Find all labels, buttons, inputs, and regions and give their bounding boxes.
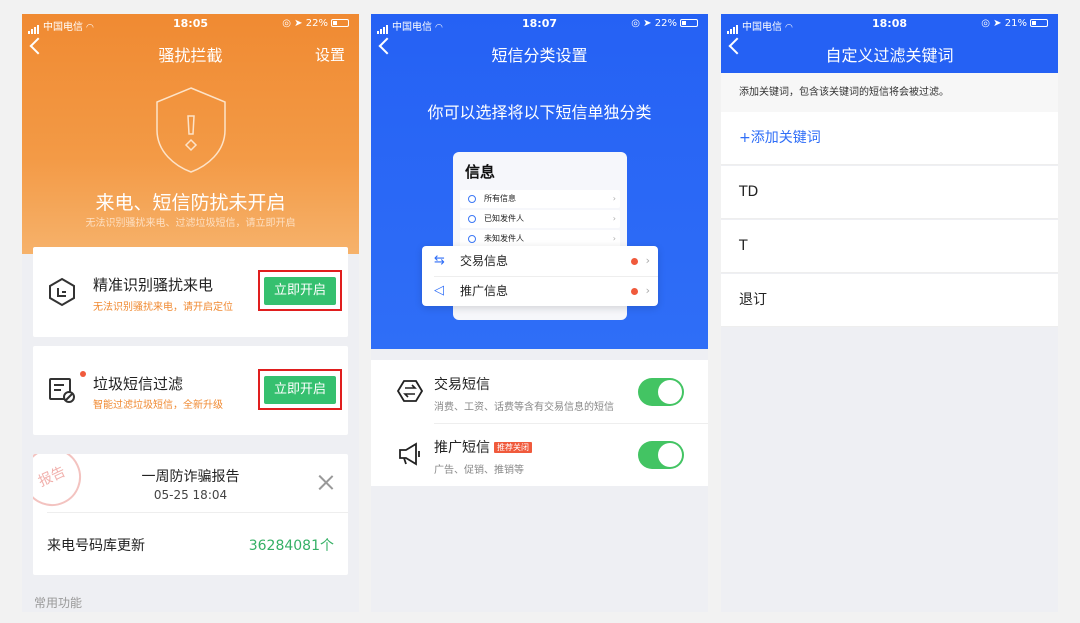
battery-icon [331,19,349,27]
card-subtitle: 智能过滤垃圾短信，全新升级 [93,400,223,411]
keyword-hint: 添加关键词，包含该关键词的短信将会被过滤。 [721,73,1058,112]
location-icon: ◎ ➤ [282,18,303,29]
mockup-row: 已知发件人 › [460,210,620,228]
page-title: 自定义过滤关键词 [825,46,954,65]
swap-arrows-icon: ⇆ [434,253,445,268]
megaphone-icon [399,442,420,466]
location-icon: ◎ ➤ [631,18,652,29]
battery-icon [1030,19,1048,27]
popup-row-promotion: ◁ 推广信息 › [422,276,658,306]
red-dot [631,258,638,265]
mockup-row: 所有信息 › [460,190,620,208]
recommend-off-badge: 推荐关闭 [494,442,532,453]
mockup-title: 信息 [465,163,496,181]
megaphone-icon: ◁ [434,283,444,298]
transaction-sms-row: 交易短信 消费、工资、话费等含有交易信息的短信 [371,360,708,424]
keyword-item[interactable]: 退订 [721,274,1058,327]
classify-settings-list: 交易短信 消费、工资、话费等含有交易信息的短信 推广短信 推荐关闭 广告、促销、推… [371,360,708,486]
phone-screen-sms-classify: 中国电信 ◠ 18:07 ◎ ➤ 22% 短信分类设置 你可以选择将以下短信单独分… [371,14,708,612]
category-popup: ⇆ 交易信息 › ◁ 推广信息 › [422,246,658,306]
row-title: 推广短信 推荐关闭 [434,437,532,457]
classify-headline: 你可以选择将以下短信单独分类 [427,103,652,122]
fraud-report-card[interactable]: 报告 一周防诈骗报告 05-25 18:04 来电号码库更新 36284081个 [33,454,348,575]
card-subtitle: 无法识别骚扰来电，请开启定位 [93,302,233,313]
report-date: 05-25 18:04 [153,488,228,502]
card-title: 垃圾短信过滤 [93,375,184,393]
phone-screen-harassment-block: 中国电信 ◠ 18:05 ◎ ➤ 22% 骚扰拦截 设置 来电、短信防扰未开启 无… [22,14,359,612]
promotion-sms-row: 推广短信 推荐关闭 广告、促销、推销等 [371,423,708,486]
add-keyword-button[interactable]: +添加关键词 [721,112,1058,165]
enable-sms-button[interactable]: 立即开启 [264,376,336,404]
red-dot [631,288,638,295]
new-dot-badge [80,371,86,377]
phone-screen-keyword-filter: 中国电信 ◠ 18:08 ◎ ➤ 21% 自定义过滤关键词 添加关键词，包含该关键… [721,14,1058,612]
transaction-toggle[interactable] [638,378,684,406]
db-update-label: 来电号码库更新 [47,538,145,554]
divider [47,512,348,513]
keyword-item[interactable]: T [721,220,1058,273]
person-icon [468,215,476,223]
status-bar: 中国电信 ◠ 18:05 ◎ ➤ 22% [22,14,359,34]
row-title: 交易短信 [434,377,490,393]
settings-link[interactable]: 设置 [315,44,345,65]
status-bar: 中国电信 ◠ 18:08 ◎ ➤ 21% [721,14,1058,34]
section-header-common: 常用功能 [34,596,83,610]
call-identify-card: 精准识别骚扰来电 无法识别骚扰来电，请开启定位 立即开启 [33,247,348,337]
protection-status-headline: 来电、短信防扰未开启 [95,192,286,214]
battery-text: 22% [305,18,328,29]
protection-status-subline: 无法识别骚扰来电、过滤垃圾短信，请立即开启 [85,218,296,229]
call-shield-icon [49,277,75,307]
popup-row-transaction: ⇆ 交易信息 › [422,246,658,276]
card-title: 精准识别骚扰来电 [93,276,214,294]
highlight-box: 立即开启 [258,369,342,410]
page-title: 骚扰拦截 [158,46,223,65]
shield-icon [156,87,226,173]
page-title: 短信分类设置 [491,46,588,65]
promotion-toggle[interactable] [638,441,684,469]
row-subtitle: 消费、工资、话费等含有交易信息的短信 [434,402,614,413]
status-bar: 中国电信 ◠ 18:07 ◎ ➤ 22% [371,14,708,34]
report-title: 一周防诈骗报告 [141,469,240,485]
row-subtitle: 广告、促销、推销等 [434,465,524,476]
location-icon: ◎ ➤ [981,18,1002,29]
unknown-person-icon [468,235,476,243]
sms-filter-icon [49,378,75,403]
db-update-value: 36284081个 [248,538,334,554]
exchange-icon [397,380,423,402]
enable-call-button[interactable]: 立即开启 [264,277,336,305]
chat-icon [468,195,476,203]
keyword-item[interactable]: TD [721,166,1058,219]
highlight-box: 立即开启 [258,270,342,311]
sms-filter-card: 垃圾短信过滤 智能过滤垃圾短信，全新升级 立即开启 [33,346,348,435]
close-icon[interactable] [318,474,334,490]
battery-icon [680,19,698,27]
battery-text: 21% [1004,18,1027,29]
battery-text: 22% [654,18,677,29]
